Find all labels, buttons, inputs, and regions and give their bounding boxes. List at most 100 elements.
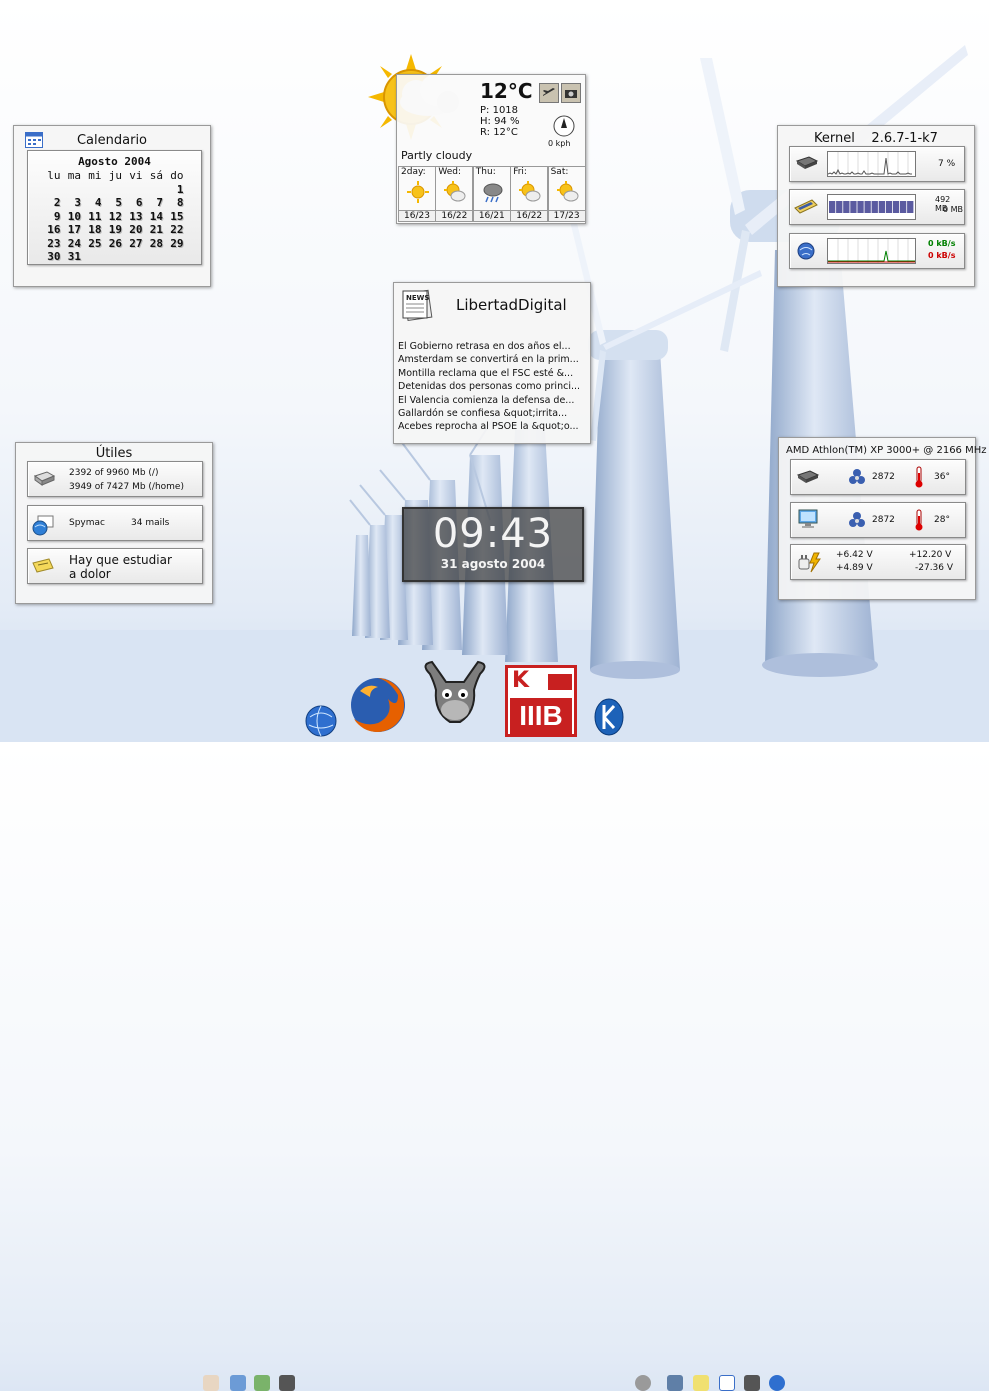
- calendar-day[interactable]: 20: [122, 223, 142, 237]
- sticky-note-box[interactable]: Hay que estudiar a dolor: [27, 548, 203, 584]
- desktop-icon[interactable]: [719, 1375, 735, 1391]
- network-graph: [827, 238, 916, 264]
- calendar-day[interactable]: 23: [40, 237, 60, 251]
- voltage-4: -27.36 V: [915, 563, 954, 573]
- calendar-day[interactable]: 13: [122, 210, 142, 224]
- disk-home-usage: 3949 of 7427 Mb (/home): [69, 482, 184, 492]
- system-sensor-box[interactable]: 2872 28°: [790, 502, 966, 538]
- calendar-day[interactable]: 5: [102, 196, 122, 210]
- kde-iiib-label: IIIB: [510, 698, 572, 734]
- calendar-month-label: Agosto 2004: [78, 155, 151, 168]
- news-headline[interactable]: Montilla reclama que el FSC esté &...: [398, 367, 586, 380]
- cpu-sensor-box[interactable]: 2872 36°: [790, 459, 966, 495]
- newspaper-icon-text: NEWS: [406, 294, 429, 302]
- calendar-day[interactable]: 12: [102, 210, 122, 224]
- calendar-day: [122, 250, 143, 264]
- newspaper-icon: NEWS: [401, 289, 433, 321]
- mail-account-name: Spymac: [69, 518, 105, 528]
- camera-icon[interactable]: [561, 83, 581, 103]
- calendar-day[interactable]: 25: [81, 237, 101, 251]
- calendar-weeks: 1 2 3 4 5 6 7 8 9 10 11 12 13 14 15 16 17 18 19 20 21 22 23 24 2…: [40, 183, 184, 264]
- printer-icon[interactable]: [667, 1375, 683, 1391]
- weather-humidity: H: 94 %: [480, 116, 520, 127]
- calendar-grid: lu ma mi ju vi sá do 1 2 3 4 5 6 7 8 9 10 11 12 13 14…: [40, 169, 184, 264]
- news-headline[interactable]: Detenidas dos personas como princi...: [398, 380, 586, 393]
- notes-icon[interactable]: [693, 1375, 709, 1391]
- calendar-day[interactable]: 19: [102, 223, 122, 237]
- voltage-2: +12.20 V: [909, 550, 952, 560]
- network-out-rate: 0 kB/s: [928, 251, 956, 260]
- voltage-box[interactable]: +6.42 V +12.20 V +4.89 V -27.36 V: [790, 544, 966, 580]
- calendar-day[interactable]: 11: [81, 210, 101, 224]
- firefox-icon[interactable]: [348, 675, 408, 739]
- calendar-day[interactable]: 27: [122, 237, 142, 251]
- cpu-load-box[interactable]: 7 %: [789, 146, 965, 182]
- news-headline[interactable]: El Valencia comienza la defensa de...: [398, 394, 586, 407]
- calendar-day[interactable]: 24: [61, 237, 81, 251]
- display-icon[interactable]: [744, 1375, 760, 1391]
- calendar-day[interactable]: 2: [40, 196, 61, 210]
- calendar-title: Calendario: [76, 133, 148, 148]
- calendar-day[interactable]: 31: [61, 250, 81, 264]
- globe-browser-icon[interactable]: [305, 705, 337, 741]
- calendar-day[interactable]: 10: [61, 210, 81, 224]
- calendar-day[interactable]: 3: [61, 196, 81, 210]
- disk-usage-box[interactable]: 2392 of 9960 Mb (/) 3949 of 7427 Mb (/ho…: [27, 461, 203, 497]
- calendar-day: [102, 183, 123, 197]
- calendar-day[interactable]: 28: [143, 237, 163, 251]
- kde-kmenu-icon[interactable]: [593, 697, 625, 741]
- terminal-icon[interactable]: [279, 1375, 295, 1391]
- calendar-day[interactable]: 16: [40, 223, 60, 237]
- clock-widget: 09:43 31 agosto 2004: [402, 507, 584, 582]
- weekday-label: mi: [88, 169, 102, 182]
- calendar-week-row: 23 24 25 26 27 28 29: [40, 237, 184, 251]
- memory-bar-segment: [864, 201, 871, 213]
- memory-graph: [827, 194, 916, 220]
- mail-checker-box[interactable]: Spymac 34 mails: [27, 505, 203, 541]
- calendar-weekday-row: lu ma mi ju vi sá do: [40, 169, 184, 183]
- news-headline[interactable]: Acebes reprocha al PSOE la &quot;o...: [398, 420, 586, 433]
- gimp-icon[interactable]: [420, 660, 490, 734]
- calendar-day[interactable]: 9: [40, 210, 61, 224]
- news-headline[interactable]: El Gobierno retrasa en dos años el...: [398, 340, 586, 353]
- network-in-trace: [828, 250, 915, 262]
- sound-icon[interactable]: [635, 1375, 651, 1391]
- calendar-day[interactable]: 6: [122, 196, 143, 210]
- home-folder-icon[interactable]: [254, 1375, 270, 1391]
- memory-box[interactable]: 492 MB 0 MB: [789, 189, 965, 225]
- calendar-day[interactable]: 14: [143, 210, 163, 224]
- news-headline[interactable]: Amsterdam se convertirá en la prim...: [398, 353, 586, 366]
- sun-cloud-icon: [519, 181, 541, 207]
- calendar-day[interactable]: 26: [102, 237, 122, 251]
- kde-iiib-top-letter: K: [512, 668, 530, 693]
- calendar-day[interactable]: 29: [163, 237, 183, 251]
- kernel-title: Kernel 2.6.7-1-k7: [814, 131, 938, 146]
- calendar-day: [102, 250, 123, 264]
- news-headline[interactable]: Gallardón se confiesa &quot;irrita...: [398, 407, 586, 420]
- calendar-day[interactable]: 15: [163, 210, 183, 224]
- calendar-day[interactable]: 22: [163, 223, 183, 237]
- calendar-day[interactable]: 7: [143, 196, 163, 210]
- forecast-day: Thu: 16/21: [472, 166, 511, 222]
- calendar-day[interactable]: 17: [61, 223, 81, 237]
- calendar-day[interactable]: 1: [163, 183, 184, 197]
- news-list: El Gobierno retrasa en dos años el... Ams…: [398, 340, 586, 434]
- rain-icon: [482, 181, 504, 207]
- calendar-day[interactable]: 21: [143, 223, 163, 237]
- cpu-load-value: 7 %: [938, 159, 956, 169]
- calendar-day[interactable]: 8: [163, 196, 184, 210]
- calendar-month-view[interactable]: Agosto 2004 lu ma mi ju vi sá do 1234567…: [27, 150, 202, 265]
- calendar-day[interactable]: 30: [40, 250, 60, 264]
- network-box[interactable]: 0 kB/s 0 kB/s: [789, 233, 965, 269]
- forecast-day-label: 2day:: [401, 167, 426, 177]
- airport-icon[interactable]: [539, 83, 559, 103]
- tools-icon[interactable]: [203, 1375, 219, 1391]
- calendar-day[interactable]: 18: [81, 223, 101, 237]
- kde-iiib-app-icon[interactable]: K IIIB: [505, 665, 577, 737]
- kernel-monitor-widget: Kernel 2.6.7-1-k7 7 % 492 MB 0 MB 0 kB/s…: [777, 125, 975, 287]
- forecast-temps: 16/23: [399, 210, 435, 221]
- calendar-day[interactable]: 4: [81, 196, 102, 210]
- network-globe-small-icon[interactable]: [769, 1375, 785, 1391]
- settings-icon[interactable]: [230, 1375, 246, 1391]
- memory-bar-segment: [843, 201, 850, 213]
